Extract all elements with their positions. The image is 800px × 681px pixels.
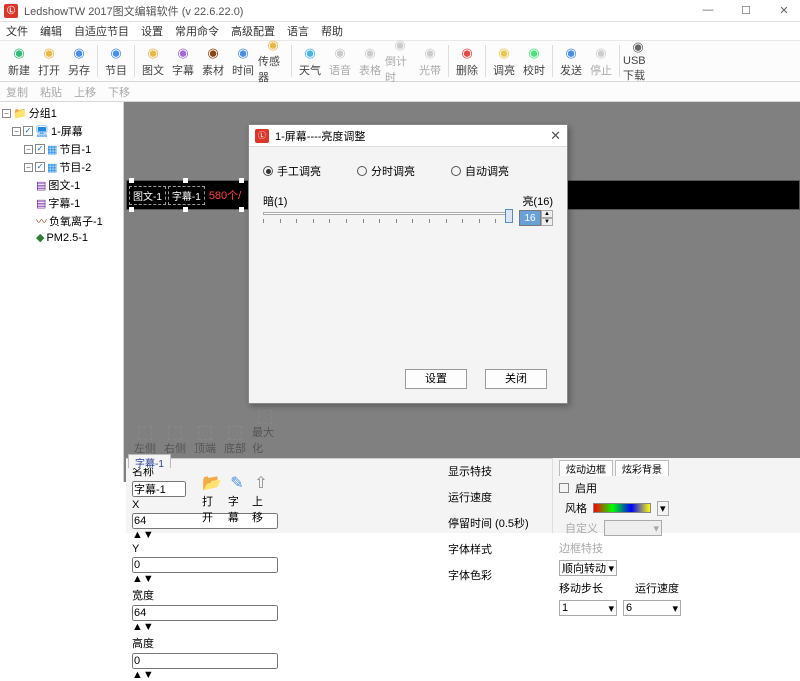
radio-timed[interactable] xyxy=(357,166,367,176)
tool-打开[interactable]: ◉打开 xyxy=(34,42,64,80)
tool-天气[interactable]: ◉天气 xyxy=(295,42,325,80)
tree-PM2.5-1[interactable]: ◆ PM2.5-1 xyxy=(2,230,121,245)
tool-图文[interactable]: ◉图文 xyxy=(138,42,168,80)
tool-倒计时: ◉倒计时 xyxy=(385,42,415,80)
menu-文件[interactable]: 文件 xyxy=(6,23,28,39)
tool-删除[interactable]: ◉删除 xyxy=(452,42,482,80)
prop-w-label: 宽度 xyxy=(132,587,154,603)
tool-发送[interactable]: ◉发送 xyxy=(556,42,586,80)
slider-min-label: 暗(1) xyxy=(263,193,287,209)
tree-1-屏幕[interactable]: −✓ 🖥 1-屏幕 xyxy=(2,122,121,140)
dialog-title: 1-屏幕----亮度调整 xyxy=(275,128,365,144)
combo-scroll[interactable]: 顺向转动▾ xyxy=(559,560,617,576)
main-toolbar: ◉新建◉打开◉另存◉节目◉图文◉字幕◉素材◉时间◉传感器◉天气◉语音◉表格◉倒计… xyxy=(0,40,800,82)
sub-上移[interactable]: 上移 xyxy=(74,84,96,100)
tool-节目[interactable]: ◉节目 xyxy=(101,42,131,80)
brightness-value-input[interactable] xyxy=(519,210,541,226)
brightness-slider[interactable] xyxy=(263,209,513,227)
tool-校时[interactable]: ◉校时 xyxy=(519,42,549,80)
radio-auto[interactable] xyxy=(451,166,461,176)
menu-语言[interactable]: 语言 xyxy=(287,23,309,39)
tool-新建[interactable]: ◉新建 xyxy=(4,42,34,80)
sub-下移[interactable]: 下移 xyxy=(108,84,130,100)
slider-thumb[interactable] xyxy=(505,209,513,223)
preview-text-red: 580个/ xyxy=(209,187,241,203)
title-bar: Ⓛ LedshowTW 2017图文编辑软件 (v 22.6.22.0) — ☐… xyxy=(0,0,800,22)
tree-字幕-1[interactable]: ▤ 字幕-1 xyxy=(2,194,121,212)
maximize-button[interactable]: ☐ xyxy=(734,4,758,17)
tree-节目-1[interactable]: −✓ ▦ 节目-1 xyxy=(2,140,121,158)
moveup-button[interactable]: 上移 xyxy=(252,493,270,525)
tree-负氧离子-1[interactable]: 〰 负氧离子-1 xyxy=(2,212,121,230)
slider-max-label: 亮(16) xyxy=(522,193,553,209)
align-右侧[interactable]: 右侧 xyxy=(162,426,188,456)
spin-down[interactable]: ▼ xyxy=(541,218,553,226)
prop-h-input[interactable] xyxy=(132,653,278,669)
tool-停止: ◉停止 xyxy=(586,42,616,80)
combo-step[interactable]: 1▾ xyxy=(559,600,617,616)
tool-光带: ◉光带 xyxy=(415,42,445,80)
tool-另存[interactable]: ◉另存 xyxy=(64,42,94,80)
enable-checkbox[interactable] xyxy=(559,483,569,493)
dialog-close-button-2[interactable]: 关闭 xyxy=(485,369,547,389)
align-左侧[interactable]: 左侧 xyxy=(132,426,158,456)
tab-border[interactable]: 炫动边框 xyxy=(559,460,613,476)
spin-up[interactable]: ▲ xyxy=(541,210,553,218)
app-icon: Ⓛ xyxy=(4,4,18,18)
menu-设置[interactable]: 设置 xyxy=(141,23,163,39)
minimize-button[interactable]: — xyxy=(696,4,720,17)
align-底部[interactable]: 底部 xyxy=(222,426,248,456)
prop-name-input[interactable] xyxy=(132,481,186,497)
radio-manual[interactable] xyxy=(263,166,273,176)
brightness-dialog: Ⓛ 1-屏幕----亮度调整 ✕ 手工调亮 分时调亮 自动调亮 暗(1) 亮(1… xyxy=(248,124,568,404)
preview-cell-2[interactable]: 字幕-1 xyxy=(168,186,205,205)
align-toolbar: 左侧右侧顶端底部最大化 xyxy=(126,428,284,456)
align-最大化[interactable]: 最大化 xyxy=(252,410,278,456)
sub-复制[interactable]: 复制 xyxy=(6,84,28,100)
menu-帮助[interactable]: 帮助 xyxy=(321,23,343,39)
tool-调亮[interactable]: ◉调亮 xyxy=(489,42,519,80)
open-button[interactable]: 打开 xyxy=(202,493,222,525)
align-顶端[interactable]: 顶端 xyxy=(192,426,218,456)
property-panel: 名称 X ▲▼ Y ▲▼ 宽度 ▲▼ 高度 ▲▼ 📂打开 ✎字幕 ⇧上移 显示特… xyxy=(126,458,552,533)
tool-USB下载[interactable]: ◉USB下载 xyxy=(623,42,653,80)
tool-字幕[interactable]: ◉字幕 xyxy=(168,42,198,80)
lbl-stay: 停留时间 (0.5秒) xyxy=(448,515,529,531)
tool-表格: ◉表格 xyxy=(355,42,385,80)
lbl-effect: 显示特技 xyxy=(448,463,492,479)
sub-粘贴[interactable]: 粘贴 xyxy=(40,84,62,100)
combo-run[interactable]: 6▾ xyxy=(623,600,681,616)
tool-时间[interactable]: ◉时间 xyxy=(228,42,258,80)
tool-素材[interactable]: ◉素材 xyxy=(198,42,228,80)
prop-x-label: X xyxy=(132,499,139,511)
prop-w-input[interactable] xyxy=(132,605,278,621)
tab-bg[interactable]: 炫彩背景 xyxy=(615,460,669,476)
edit-toolbar: 复制粘贴上移下移 xyxy=(0,82,800,102)
menu-编辑[interactable]: 编辑 xyxy=(40,23,62,39)
tool-语音: ◉语音 xyxy=(325,42,355,80)
menu-自适应节目[interactable]: 自适应节目 xyxy=(74,23,129,39)
preview-cell-1[interactable]: 图文-1 xyxy=(129,186,166,205)
close-button[interactable]: ✕ xyxy=(772,4,796,17)
lbl-speed: 运行速度 xyxy=(448,489,492,505)
tree-节目-2[interactable]: −✓ ▦ 节目-2 xyxy=(2,158,121,176)
border-panel: 炫动边框 炫彩背景 启用 风格▾ 自定义▾ 边框特技 顺向转动▾ 移动步长 运行… xyxy=(552,458,800,533)
lbl-color: 字体色彩 xyxy=(448,567,492,583)
dialog-icon: Ⓛ xyxy=(255,129,269,143)
dialog-set-button[interactable]: 设置 xyxy=(405,369,467,389)
tool-传感器[interactable]: ◉传感器 xyxy=(258,42,288,80)
menu-常用命令[interactable]: 常用命令 xyxy=(175,23,219,39)
tree-图文-1[interactable]: ▤ 图文-1 xyxy=(2,176,121,194)
subtitle-button[interactable]: 字幕 xyxy=(228,493,246,525)
lbl-style: 字体样式 xyxy=(448,541,492,557)
prop-h-label: 高度 xyxy=(132,635,154,651)
prop-y-label: Y xyxy=(132,543,139,555)
style-preview[interactable] xyxy=(593,503,651,513)
active-tab-label[interactable]: 字幕-1 xyxy=(128,454,171,468)
dialog-close-button[interactable]: ✕ xyxy=(550,128,561,144)
project-tree[interactable]: −📁 分组1−✓ 🖥 1-屏幕−✓ ▦ 节目-1−✓ ▦ 节目-2 ▤ 图文-1… xyxy=(0,102,124,482)
window-title: LedshowTW 2017图文编辑软件 (v 22.6.22.0) xyxy=(24,3,243,19)
prop-y-input[interactable] xyxy=(132,557,278,573)
